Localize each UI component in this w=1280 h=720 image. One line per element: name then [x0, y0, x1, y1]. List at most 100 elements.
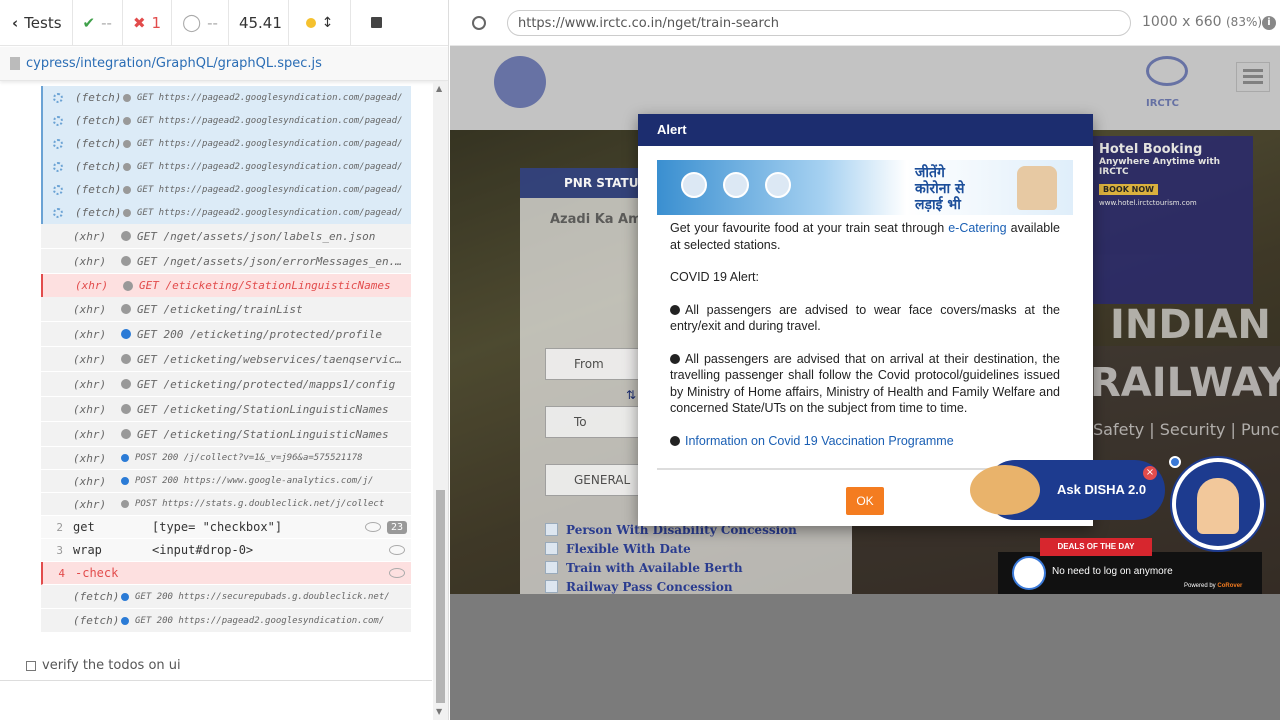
- command-name: (xhr): [73, 302, 107, 316]
- command-row[interactable]: (xhr) POST 200 /j/collect?v=1&_v=j96&a=57…: [41, 447, 411, 470]
- swap-stations-icon[interactable]: ⇅: [626, 388, 636, 402]
- spinner-icon: [53, 161, 63, 172]
- command-row[interactable]: (xhr) GET /eticketing/StationLinguisticNa…: [41, 274, 411, 297]
- option-railway-pass[interactable]: Railway Pass Concession: [545, 577, 797, 596]
- command-message: [type= "checkbox"]: [152, 520, 283, 534]
- stop-button[interactable]: [351, 0, 403, 46]
- command-message: POST https://stats.g.doubleclick.net/j/c…: [135, 499, 385, 509]
- command-message: POST 200 https://www.google-analytics.co…: [135, 476, 374, 486]
- hidden-eye-icon: [389, 568, 405, 578]
- command-row[interactable]: (fetch) GET https://pagead2.googlesyndica…: [41, 155, 411, 178]
- e-catering-link[interactable]: e-Catering: [948, 221, 1006, 235]
- checkbox[interactable]: [545, 523, 558, 536]
- scroll-down-icon[interactable]: ▼: [436, 707, 442, 716]
- status-dot-icon: [121, 304, 131, 314]
- test-item[interactable]: verify the todos on ui: [26, 658, 181, 673]
- step-number: 4: [58, 566, 65, 580]
- booking-options: Person With Disability Concession Flexib…: [545, 520, 797, 596]
- hotel-booking-ad[interactable]: Hotel Booking Anywhere Anytime with IRCT…: [1093, 136, 1253, 304]
- duration: 45.41: [229, 0, 289, 46]
- command-name: (fetch): [73, 614, 120, 627]
- command-message: GET https://pagead2.googlesyndication.co…: [137, 184, 403, 195]
- command-message: GET 200 /eticketing/protected/profile: [137, 327, 383, 341]
- command-row[interactable]: (xhr) GET /eticketing/StationLinguisticNa…: [41, 397, 411, 422]
- command-row[interactable]: (fetch) GET 200 https://securepubads.g.do…: [41, 585, 411, 609]
- irctc-logo: [1146, 56, 1188, 86]
- option-flexible-date[interactable]: Flexible With Date: [545, 539, 797, 558]
- spinner-icon: [53, 207, 63, 218]
- command-name: wrap: [73, 543, 102, 557]
- command-step-get[interactable]: 2 get [type= "checkbox"] 23: [41, 516, 411, 539]
- aut-url-bar[interactable]: https://www.irctc.co.in/nget/train-searc…: [507, 10, 1131, 36]
- command-message: GET /eticketing/webservices/taenqservice…: [137, 352, 409, 366]
- command-row[interactable]: (xhr) GET 200 /eticketing/protected/profi…: [41, 322, 411, 347]
- spec-file-bar: cypress/integration/GraphQL/graphQL.spec…: [0, 47, 448, 81]
- command-message: GET /nget/assets/json/labels_en.json: [137, 229, 376, 243]
- command-message: GET /eticketing/trainList: [137, 302, 303, 316]
- command-name: (xhr): [73, 229, 107, 243]
- command-row[interactable]: (fetch) GET https://pagead2.googlesyndica…: [41, 86, 411, 109]
- vaccine-info: Information on Covid 19 Vaccination Prog…: [670, 433, 1060, 450]
- reporter-header: ‹ Tests ✔ -- ✖ 1 ◯ -- 45.41 ↕: [0, 0, 448, 46]
- vaccination-link[interactable]: Information on Covid 19 Vaccination Prog…: [685, 434, 954, 448]
- status-dot-icon: [121, 231, 131, 241]
- deals-flag: DEALS OF THE DAY: [1040, 538, 1152, 556]
- command-row[interactable]: (xhr) POST https://stats.g.doubleclick.ne…: [41, 493, 411, 516]
- tests-button[interactable]: ‹ Tests: [0, 0, 73, 46]
- ok-button[interactable]: OK: [846, 487, 884, 515]
- command-name: (xhr): [73, 254, 107, 268]
- command-row[interactable]: (xhr) POST 200 https://www.google-analyti…: [41, 470, 411, 493]
- scroll-arrows-icon: ↕: [321, 14, 334, 31]
- hidden-eye-icon: [389, 545, 405, 555]
- scroll-up-icon[interactable]: ▲: [436, 84, 442, 93]
- status-dot-icon: [121, 379, 131, 389]
- command-row[interactable]: (fetch) GET https://pagead2.googlesyndica…: [41, 201, 411, 224]
- command-step-wrap[interactable]: 3 wrap <input#drop-0>: [41, 539, 411, 562]
- checkbox[interactable]: [545, 580, 558, 593]
- command-row[interactable]: (xhr) GET /eticketing/trainList: [41, 297, 411, 322]
- food-message: Get your favourite food at your train se…: [670, 221, 1060, 252]
- menu-icon[interactable]: [1236, 62, 1270, 92]
- command-row[interactable]: (xhr) GET /eticketing/StationLinguisticNa…: [41, 422, 411, 447]
- cypress-reporter: ‹ Tests ✔ -- ✖ 1 ◯ -- 45.41 ↕ cypress/in…: [0, 0, 449, 720]
- command-row[interactable]: (xhr) GET /nget/assets/json/labels_en.jso…: [41, 224, 411, 249]
- indian-railways-logo: [494, 56, 546, 108]
- command-row[interactable]: (xhr) GET /eticketing/webservices/taenqse…: [41, 347, 411, 372]
- thumbs-up-icon: [970, 465, 1040, 515]
- command-message: GET 200 https://pagead2.googlesyndicatio…: [135, 615, 385, 626]
- spec-path-link[interactable]: cypress/integration/GraphQL/graphQL.spec…: [26, 56, 322, 71]
- divider: [0, 680, 432, 681]
- banner-hindi-text: जीतेंगे कोरोना से लड़ाई भी: [915, 165, 965, 213]
- test-title: verify the todos on ui: [42, 658, 181, 673]
- file-icon: [10, 57, 20, 70]
- checkbox[interactable]: [545, 542, 558, 555]
- command-row[interactable]: (fetch) GET https://pagead2.googlesyndica…: [41, 132, 411, 155]
- scrollbar-thumb[interactable]: [436, 490, 445, 703]
- command-log: (fetch) GET https://pagead2.googlesyndica…: [41, 86, 411, 633]
- deals-text: No need to log on anymore: [1052, 566, 1173, 577]
- command-step-check[interactable]: 4 -check: [41, 562, 411, 585]
- command-message: GET https://pagead2.googlesyndication.co…: [137, 207, 403, 218]
- command-row[interactable]: (xhr) GET /nget/assets/json/errorMessages…: [41, 249, 411, 274]
- step-number: 2: [56, 520, 63, 534]
- command-row[interactable]: (fetch) GET https://pagead2.googlesyndica…: [41, 109, 411, 132]
- status-dot-icon: [121, 616, 129, 625]
- checkbox[interactable]: [545, 561, 558, 574]
- info-icon[interactable]: i: [1262, 16, 1276, 30]
- banner-circle: [723, 172, 749, 198]
- status-dot-icon: [121, 592, 129, 601]
- alert-body: Get your favourite food at your train se…: [670, 220, 1060, 465]
- auto-scroll-toggle[interactable]: ↕: [289, 0, 351, 46]
- hero-tagline: Safety | Security | Punc: [1093, 420, 1280, 439]
- command-message: GET /eticketing/StationLinguisticNames: [137, 402, 389, 416]
- bullet-icon: [670, 353, 680, 364]
- option-available-berth[interactable]: Train with Available Berth: [545, 558, 797, 577]
- disha-face: [1197, 478, 1239, 534]
- command-row[interactable]: (fetch) GET 200 https://pagead2.googlesyn…: [41, 609, 411, 633]
- command-row[interactable]: (fetch) GET https://pagead2.googlesyndica…: [41, 178, 411, 201]
- selector-playground-icon[interactable]: [472, 16, 486, 30]
- close-icon[interactable]: ×: [1143, 466, 1157, 480]
- status-dot-icon: [121, 354, 131, 364]
- book-now-button[interactable]: BOOK NOW: [1099, 184, 1159, 195]
- command-row[interactable]: (xhr) GET /eticketing/protected/mapps1/co…: [41, 372, 411, 397]
